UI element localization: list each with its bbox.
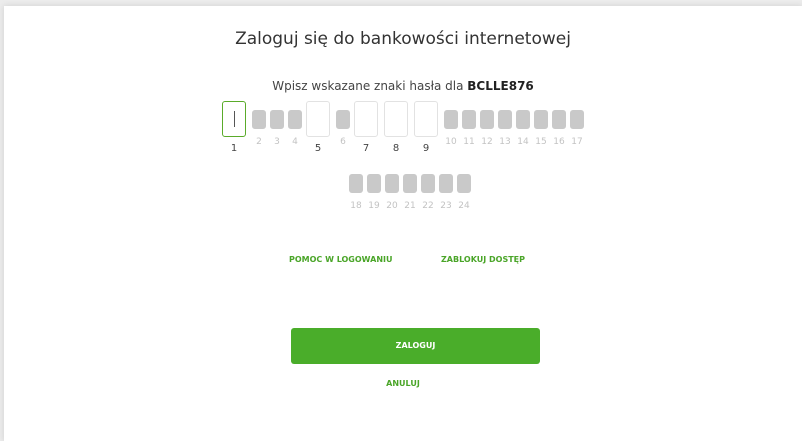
password-char-input[interactable]: [306, 101, 330, 137]
password-char-number: 4: [292, 137, 298, 147]
prompt-text: Wpisz wskazane znaki hasła dla: [272, 79, 468, 93]
password-char-masked: [552, 110, 566, 129]
password-char-masked: [270, 110, 284, 129]
password-char-masked: [457, 174, 471, 193]
password-char-masked: [336, 110, 350, 129]
login-panel: Zaloguj się do bankowości internetowej W…: [4, 6, 802, 441]
password-char-number: 24: [458, 201, 470, 211]
password-char-number: 8: [392, 143, 400, 154]
password-char-input[interactable]: [354, 101, 378, 137]
page-title: Zaloguj się do bankowości internetowej: [235, 29, 571, 49]
password-char-masked: [385, 174, 399, 193]
password-char-masked: [252, 110, 266, 129]
password-char-number: 17: [571, 137, 583, 147]
password-char-number: 7: [362, 143, 370, 154]
username-label: BCLLE876: [467, 79, 534, 93]
password-char-masked: [349, 174, 363, 193]
password-char-masked: [288, 110, 302, 129]
password-char-masked: [421, 174, 435, 193]
password-char-masked: [498, 110, 512, 129]
password-char-masked: [462, 110, 476, 129]
password-char-input[interactable]: [222, 101, 246, 137]
password-char-number: 5: [314, 143, 322, 154]
login-button[interactable]: ZALOGUJ: [291, 328, 540, 364]
password-char-masked: [444, 110, 458, 129]
password-prompt: Wpisz wskazane znaki hasła dla BCLLE876: [4, 79, 802, 93]
password-char-masked: [439, 174, 453, 193]
block-access-link[interactable]: ZABLOKUJ DOSTĘP: [441, 255, 525, 264]
password-char-masked: [534, 110, 548, 129]
cancel-link[interactable]: ANULUJ: [4, 379, 802, 388]
password-char-masked: [367, 174, 381, 193]
password-char-input[interactable]: [384, 101, 408, 137]
password-char-number: 9: [422, 143, 430, 154]
password-char-number: 6: [340, 137, 346, 147]
password-char-masked: [516, 110, 530, 129]
login-help-link[interactable]: POMOC W LOGOWANIU: [289, 255, 393, 264]
text-caret: [234, 111, 235, 127]
password-char-number: 1: [230, 143, 238, 154]
password-char-masked: [403, 174, 417, 193]
password-char-masked: [480, 110, 494, 129]
password-char-input[interactable]: [414, 101, 438, 137]
password-char-masked: [570, 110, 584, 129]
